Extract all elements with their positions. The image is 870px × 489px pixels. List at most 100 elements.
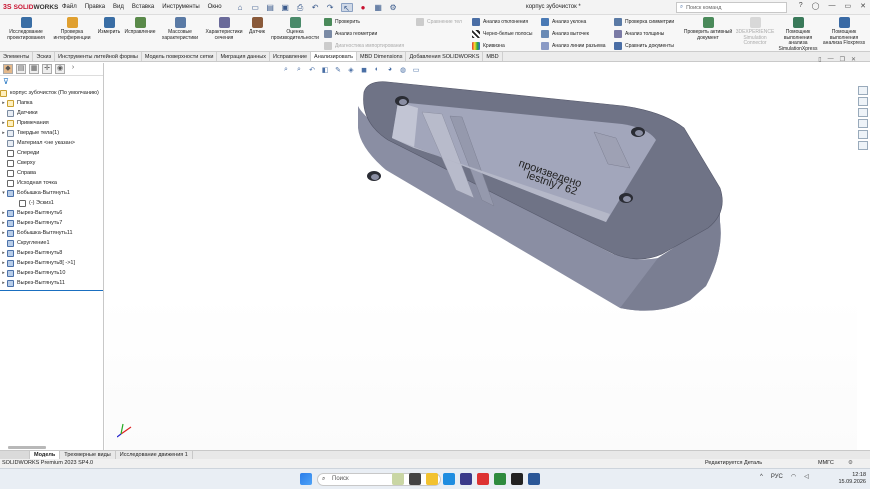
simulation-connector-button[interactable]: 3DEXPERIENCE Simulation Connector — [736, 17, 774, 47]
status-options-icon[interactable]: ⚙ — [848, 459, 853, 468]
file-properties-icon[interactable]: ▦ — [374, 3, 383, 12]
start-button-icon[interactable] — [300, 473, 312, 485]
tree-item[interactable]: ▸ Вырез-Вытянуть8 — [0, 248, 103, 258]
word-icon[interactable] — [528, 473, 540, 485]
parting-line-analysis-button[interactable]: Анализ линии разъема — [541, 42, 606, 50]
view-orientation-icon[interactable]: ◈ — [347, 66, 355, 74]
menu-view[interactable]: Вид — [113, 4, 124, 10]
split-view-icon[interactable]: ▯ — [818, 56, 821, 63]
tab-mold-tools[interactable]: Инструменты литейной формы — [55, 52, 142, 61]
wifi-icon[interactable]: ◠ — [791, 473, 796, 480]
previous-view-icon[interactable]: ↶ — [308, 66, 316, 74]
view-palette-icon[interactable] — [858, 119, 868, 128]
rollback-bar[interactable] — [0, 290, 103, 291]
floxpress-button[interactable]: Помощник выполнения анализа Floxpress — [822, 17, 866, 47]
expand-arrow-icon[interactable]: ▸ — [0, 280, 7, 286]
minimize-button[interactable]: — — [829, 2, 836, 10]
section-properties-button[interactable]: Характеристики сечения — [203, 17, 245, 41]
language-indicator[interactable]: РУС — [771, 474, 783, 480]
app-icon[interactable] — [511, 473, 523, 485]
tab-mbd-dimensions[interactable]: MBD Dimensions — [357, 52, 407, 61]
tree-item[interactable]: ▸ Вырез-Вытянуть11 — [0, 278, 103, 288]
tab-sketch[interactable]: Эскиз — [33, 52, 56, 61]
file-explorer-icon[interactable] — [426, 473, 438, 485]
tree-item[interactable]: ▸ Папка — [0, 98, 103, 108]
menu-edit[interactable]: Правка — [85, 4, 105, 10]
display-manager-tab-icon[interactable]: ◉ — [55, 64, 65, 74]
tree-root[interactable]: корпус зубочисток (По умолчанию) — [0, 88, 103, 98]
check-active-document-button[interactable]: Проверить активный документ — [682, 17, 734, 41]
task-view-icon[interactable] — [409, 473, 421, 485]
tree-item[interactable]: (-) Эскиз1 — [0, 198, 103, 208]
open-icon[interactable]: ▤ — [266, 3, 275, 12]
tree-item[interactable]: ▸ Бобышка-Вытянуть11 — [0, 228, 103, 238]
tree-item[interactable]: Датчики — [0, 108, 103, 118]
part-3d-model[interactable]: произведено lestnly7 62 — [358, 72, 726, 316]
taskbar-clock[interactable]: 12:18 15.09.2026 — [838, 472, 866, 486]
check-button[interactable]: Проверить — [324, 18, 360, 26]
viewport-restore-icon[interactable]: ❐ — [840, 56, 845, 63]
import-diagnostics-button[interactable]: Диагностика импортирования — [324, 42, 404, 50]
simulationxpress-button[interactable]: Помощник выполнения анализа SimulationXp… — [776, 17, 820, 52]
tree-item[interactable]: Скругление1 — [0, 238, 103, 248]
widgets-icon[interactable] — [392, 473, 404, 485]
expand-arrow-icon[interactable]: ▸ — [0, 260, 7, 266]
undo-icon[interactable]: ↶ — [311, 3, 320, 12]
solidworks-taskbar-icon[interactable] — [477, 473, 489, 485]
units-selector[interactable]: ММГС — [818, 459, 834, 468]
menu-tools[interactable]: Инструменты — [162, 4, 199, 10]
sensor-button[interactable]: Датчик — [246, 17, 268, 36]
expand-arrow-icon[interactable]: ▸ — [0, 250, 7, 256]
tab-scroll-area[interactable] — [0, 451, 30, 459]
tab-mbd[interactable]: MBD — [483, 52, 503, 61]
symmetry-check-button[interactable]: Проверка симметрии — [614, 18, 674, 26]
draft-analysis-button[interactable]: Анализ уклона — [541, 18, 586, 26]
save-icon[interactable]: ▣ — [281, 3, 290, 12]
app-icon[interactable] — [494, 473, 506, 485]
tree-item[interactable]: ▸ Вырез-Вытянуть10 — [0, 268, 103, 278]
tab-solidworks-addins[interactable]: Добавления SOLIDWORKS — [406, 52, 484, 61]
tree-item[interactable]: ▸ Вырез-Вытянуть6 — [0, 208, 103, 218]
menu-file[interactable]: Файл — [62, 4, 77, 10]
compare-bodies-button[interactable]: Сравнение тел — [416, 18, 462, 26]
tree-item[interactable]: Справа — [0, 168, 103, 178]
zoom-to-fit-icon[interactable]: ⌕ — [282, 66, 290, 74]
section-view-icon[interactable]: ◧ — [321, 66, 329, 74]
tree-item[interactable]: Сверху — [0, 158, 103, 168]
tree-item[interactable]: ▸ Твердые тела(1) — [0, 128, 103, 138]
expand-arrow-icon[interactable]: ▸ — [0, 210, 7, 216]
menu-window[interactable]: Окно — [208, 4, 222, 10]
tab-repair[interactable]: Исправление — [270, 52, 312, 61]
edge-browser-icon[interactable] — [443, 473, 455, 485]
tree-item[interactable]: ▸ Вырез-Вытянуть8[ ->1] — [0, 258, 103, 268]
tab-motion-study[interactable]: Исследование движения 1 — [116, 451, 193, 459]
property-manager-tab-icon[interactable]: ▤ — [16, 64, 26, 74]
tree-item[interactable]: ▾ Бобышка-Вытянуть1 — [0, 188, 103, 198]
viewport-close-icon[interactable]: ✕ — [851, 56, 856, 63]
appearances-icon[interactable] — [858, 130, 868, 139]
viewport-minimize-icon[interactable]: — — [828, 56, 834, 63]
solidworks-logo[interactable]: 3S SOLID WORKS — [0, 4, 58, 11]
performance-evaluation-button[interactable]: Оценка производительности — [269, 17, 321, 41]
tab-features[interactable]: Элементы — [0, 52, 34, 61]
solidworks-resources-icon[interactable] — [858, 86, 868, 95]
geometry-analysis-button[interactable]: Анализ геометрии — [324, 30, 377, 38]
tab-model[interactable]: Модель — [30, 451, 61, 459]
dimxpert-tab-icon[interactable]: ✛ — [42, 64, 52, 74]
rebuild-icon[interactable]: ● — [359, 3, 368, 12]
tree-item[interactable]: Спереди — [0, 148, 103, 158]
dynamic-annotation-icon[interactable]: ✎ — [334, 66, 342, 74]
select-pointer-icon[interactable]: ↖ — [340, 2, 353, 13]
command-search-input[interactable]: ⌕ Поиск команд — [676, 2, 787, 13]
feature-manager-tab-icon[interactable]: ◆ — [3, 64, 13, 74]
measure-button[interactable]: Измерить — [96, 17, 122, 36]
expand-chevron-icon[interactable]: › — [68, 64, 78, 74]
tree-item[interactable]: ▸ Вырез-Вытянуть7 — [0, 218, 103, 228]
configuration-manager-tab-icon[interactable]: ▦ — [29, 64, 39, 74]
curvature-button[interactable]: Кривизна — [472, 42, 505, 50]
design-study-button[interactable]: Исследование проектирования — [4, 17, 48, 41]
tree-item[interactable]: Материал <не указан> — [0, 138, 103, 148]
menu-insert[interactable]: Вставка — [132, 4, 154, 10]
tab-data-migration[interactable]: Миграция данных — [217, 52, 271, 61]
options-gear-icon[interactable]: ⚙ — [389, 3, 398, 12]
